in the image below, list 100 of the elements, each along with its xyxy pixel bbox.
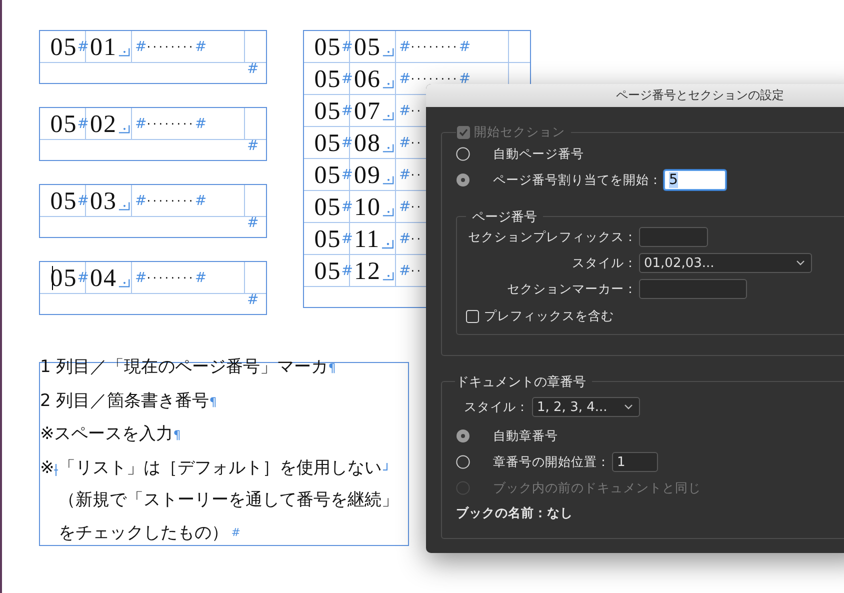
group-title: ドキュメントの章番号 xyxy=(456,374,586,390)
book-name-text: ブックの名前：なし xyxy=(456,505,574,522)
tab-marker: # xyxy=(399,232,411,246)
bullet-text: ※ xyxy=(40,456,54,480)
paragraph-text: ※スペースを入力 xyxy=(40,423,174,446)
paragraph-text: 2 列目／箇条書き番号 xyxy=(40,390,210,412)
paragraph-text: （新規で「ストーリーを通して番号を継続」 xyxy=(58,489,398,512)
tab-marker: # xyxy=(399,104,411,118)
tab-marker: # xyxy=(135,40,147,54)
tab-marker: # xyxy=(135,194,147,208)
cell-end-mark: # xyxy=(77,40,89,54)
input-field[interactable] xyxy=(639,279,747,299)
checkbox-label: プレフィックスを含む xyxy=(484,308,614,325)
table-cell: 05 xyxy=(314,163,342,188)
tab-marker: # xyxy=(399,264,411,278)
tab-marker: # xyxy=(399,40,411,54)
tab-marker: # xyxy=(135,270,147,284)
radio-button[interactable] xyxy=(456,455,470,469)
cell-end-mark: # xyxy=(341,40,353,54)
table-cell: 04 xyxy=(90,266,117,291)
tab-leader: ·· xyxy=(410,264,423,276)
table-cell: 05 xyxy=(314,131,342,156)
tab-marker: # xyxy=(399,168,411,182)
radio-label: ブック内の前のドキュメントと同じ xyxy=(493,480,701,496)
table-cell: 05 xyxy=(50,189,78,214)
radio-button[interactable] xyxy=(456,429,470,443)
cell-end-mark: # xyxy=(341,72,353,86)
tab-leader: ········ xyxy=(146,194,195,206)
input-field[interactable] xyxy=(639,227,708,247)
tab-leader: ········ xyxy=(146,40,195,52)
indent-marker-icon xyxy=(54,462,58,476)
paragraph-text: をチェックしたもの） xyxy=(58,522,228,544)
table-cell: 12 xyxy=(354,259,381,284)
checkbox-label: 開始セクション xyxy=(474,124,565,141)
style-dropdown[interactable]: 1, 2, 3, 4... xyxy=(532,397,640,417)
table-cell: 05 xyxy=(50,112,78,137)
paragraph-mark: ¶ xyxy=(173,427,181,444)
table-cell: 08 xyxy=(354,131,381,156)
tab-marker: # xyxy=(135,116,147,130)
tab-marker: # xyxy=(399,72,411,86)
cell-end-mark: # xyxy=(247,139,259,153)
cell-end-mark: # xyxy=(247,216,259,230)
table-cell: 09 xyxy=(354,163,381,188)
group-title: ページ番号 xyxy=(472,208,537,226)
cell-end-mark: # xyxy=(341,232,353,246)
cell-end-mark: # xyxy=(341,104,353,118)
table-cell: 03 xyxy=(90,189,117,214)
radio-label: 自動章番号 xyxy=(493,428,558,444)
tab-leader: ·· xyxy=(410,168,423,180)
dialog-title: ページ番号とセクションの設定 xyxy=(426,84,844,107)
field-label: セクションプレフィックス： xyxy=(467,228,638,246)
radio-label: 自動ページ番号 xyxy=(493,146,584,162)
cell-end-mark: # xyxy=(194,194,207,208)
tab-leader: ········ xyxy=(146,118,195,130)
paragraph-mark: ¶ xyxy=(209,394,217,410)
table-cell: 05 xyxy=(314,227,342,252)
tab-marker: # xyxy=(399,136,411,150)
table-cell: 10 xyxy=(354,195,381,220)
cell-end-mark: # xyxy=(341,200,353,214)
cell-end-mark: # xyxy=(458,72,471,86)
table-cell: 11 xyxy=(354,227,380,252)
cell-end-mark: # xyxy=(194,270,207,284)
tab-leader: ········ xyxy=(146,272,195,284)
radio-label: 章番号の開始位置： xyxy=(493,454,610,470)
tab-leader: ········ xyxy=(410,40,459,52)
paragraph-text: 「リスト」は［デフォルト］を使用しない xyxy=(58,456,382,480)
cell-end-mark: # xyxy=(194,40,207,54)
tab-leader: ·· xyxy=(410,232,423,244)
story-end-mark: # xyxy=(231,524,240,540)
table-cell: 05 xyxy=(314,67,342,92)
cell-end-mark: # xyxy=(77,116,89,130)
cell-end-mark: # xyxy=(247,62,259,76)
table-cell: 06 xyxy=(354,67,381,92)
table-cell: 07 xyxy=(354,99,381,124)
table-cell: 05 xyxy=(314,195,342,220)
table-cell: 02 xyxy=(90,112,117,137)
chevron-down-icon xyxy=(624,404,633,410)
field-label: セクションマーカー： xyxy=(506,280,638,298)
table-cell: 05 xyxy=(314,35,342,60)
tab-leader: ·· xyxy=(410,136,423,148)
cell-end-mark: # xyxy=(247,293,259,307)
table-cell: 05 xyxy=(314,99,342,124)
table-cell: 05 xyxy=(354,35,381,60)
field-label: スタイル： xyxy=(464,398,529,416)
field-label: スタイル： xyxy=(571,254,638,272)
cell-end-mark: # xyxy=(77,270,89,284)
chapter-number-field[interactable]: 1 xyxy=(612,452,658,472)
cell-end-mark: # xyxy=(341,168,353,182)
tab-leader: ········ xyxy=(410,72,459,84)
chevron-down-icon xyxy=(796,260,805,266)
radio-label: ページ番号割り当てを開始： xyxy=(493,172,662,188)
table-cell: 01 xyxy=(90,35,117,60)
paragraph-text: 1 列目／「現在のページ番号」マーカ xyxy=(40,356,328,379)
cell-end-mark: # xyxy=(341,264,353,278)
cell-end-mark: # xyxy=(77,194,89,208)
table-cell: 05 xyxy=(314,259,342,284)
tab-leader: ·· xyxy=(410,104,423,116)
tab-marker: # xyxy=(399,200,411,214)
cell-end-mark: # xyxy=(341,136,353,150)
table-cell: 05 xyxy=(50,35,78,60)
